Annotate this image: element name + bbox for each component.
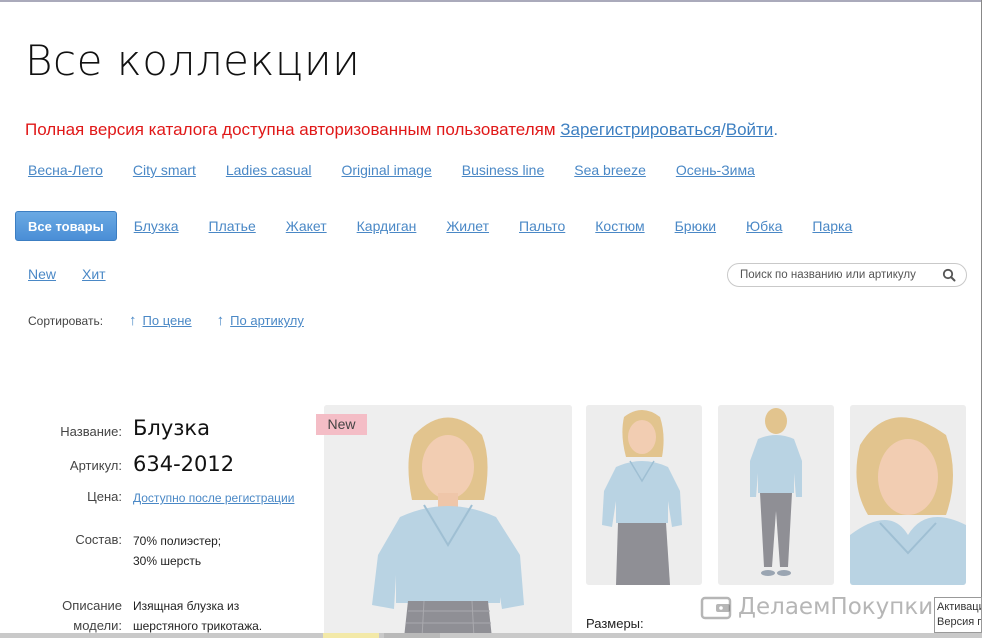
search-input[interactable] — [740, 267, 940, 283]
sort-label: Сортировать: — [28, 313, 104, 328]
sort-option-price: ↑ По цене — [129, 313, 192, 328]
notice-end: . — [773, 120, 779, 139]
category-link[interactable]: Костюм — [595, 218, 644, 234]
product-article: 634-2012 — [133, 452, 235, 476]
notice-text: Полная версия каталога доступна авторизо… — [25, 120, 556, 139]
product-description-label: Описание модели: — [62, 596, 122, 636]
search-box — [727, 263, 967, 287]
product-composition: 70% полиэстер; 30% шерсть — [133, 531, 221, 571]
watermark: ДелаемПокупки.Ру — [700, 594, 968, 620]
category-link[interactable]: Блузка — [134, 218, 179, 234]
collection-link[interactable]: Весна-Лето — [28, 162, 103, 178]
arrow-up-icon: ↑ — [129, 312, 137, 329]
all-products-button[interactable]: Все товары — [15, 211, 117, 241]
tag-new-link[interactable]: New — [28, 266, 56, 282]
composition-line: 70% полиэстер; — [133, 534, 222, 548]
activation-line: Активация — [937, 601, 981, 613]
sort-bar: Сортировать: ↑ По цене ↑ По артикулу — [28, 313, 329, 328]
collection-link[interactable]: City smart — [133, 162, 196, 178]
collection-link[interactable]: Business line — [462, 162, 545, 178]
page-title: Все коллекции — [25, 36, 361, 85]
product-composition-label: Состав: — [75, 532, 122, 547]
taskbar-item[interactable] — [323, 633, 379, 638]
category-link[interactable]: Кардиган — [357, 218, 417, 234]
product-thumbnail[interactable] — [850, 405, 966, 585]
activation-window[interactable]: Активация Версия п — [934, 597, 982, 633]
window-top-border — [0, 0, 982, 2]
sort-option-article: ↑ По артикулу — [217, 313, 304, 328]
collections-nav: Весна-Лето City smart Ladies casual Orig… — [28, 162, 755, 178]
sort-by-article-link[interactable]: По артикулу — [230, 313, 304, 328]
collection-link[interactable]: Ladies casual — [226, 162, 312, 178]
category-link[interactable]: Жилет — [446, 218, 489, 234]
register-link[interactable]: Зарегистрироваться — [560, 120, 721, 139]
product-thumbnail[interactable] — [586, 405, 702, 585]
new-badge: New — [316, 414, 367, 435]
taskbar — [0, 633, 982, 638]
sizes-label: Размеры: — [586, 616, 644, 631]
description-label-line: Описание — [62, 598, 122, 613]
collection-link[interactable]: Осень-Зима — [676, 162, 755, 178]
sort-by-price-link[interactable]: По цене — [143, 313, 192, 328]
product-article-label: Артикул: — [69, 458, 122, 473]
price-after-registration-link[interactable]: Доступно после регистрации — [133, 488, 294, 508]
wallet-icon — [700, 596, 732, 620]
collection-link[interactable]: Sea breeze — [574, 162, 646, 178]
arrow-up-icon: ↑ — [216, 312, 225, 329]
search-icon[interactable] — [942, 268, 956, 282]
category-link[interactable]: Пальто — [519, 218, 565, 234]
category-link[interactable]: Юбка — [746, 218, 782, 234]
category-link[interactable]: Жакет — [286, 218, 327, 234]
registration-notice: Полная версия каталога доступна авторизо… — [25, 120, 778, 140]
category-link[interactable]: Брюки — [675, 218, 716, 234]
product-thumbnail[interactable] — [718, 405, 834, 585]
category-link[interactable]: Парка — [812, 218, 852, 234]
collection-link[interactable]: Original image — [341, 162, 431, 178]
category-link[interactable]: Платье — [209, 218, 256, 234]
login-link[interactable]: Войти — [726, 120, 774, 139]
product-main-photo[interactable] — [324, 405, 572, 638]
description-line: Изящная блузка из — [133, 599, 240, 613]
tag-filters: New Хит — [28, 266, 106, 282]
composition-line: 30% шерсть — [133, 554, 202, 568]
product-name: Блузка — [133, 416, 210, 440]
category-nav: Все товары Блузка Платье Жакет Кардиган … — [15, 211, 882, 241]
product-price-label: Цена: — [87, 489, 122, 504]
taskbar-item[interactable] — [384, 633, 440, 638]
product-description: Изящная блузка из шерстяного трикотажа. — [133, 596, 262, 636]
tag-hit-link[interactable]: Хит — [82, 266, 106, 282]
product-name-label: Название: — [60, 424, 122, 439]
activation-line: Версия п — [937, 616, 982, 628]
